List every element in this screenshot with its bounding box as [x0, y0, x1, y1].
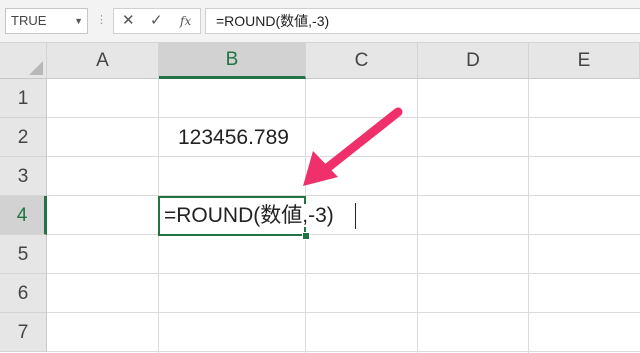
row-header-4[interactable]: 4 — [0, 196, 47, 235]
formula-input[interactable]: =ROUND(数値,-3) — [205, 8, 640, 34]
enter-icon[interactable]: ✓ — [150, 9, 163, 33]
cell-b2[interactable]: 123456.789 — [178, 118, 289, 157]
column-header-e[interactable]: E — [529, 43, 640, 79]
select-all-button[interactable] — [0, 43, 47, 79]
select-all-triangle-icon — [29, 61, 43, 75]
drag-handle-icon[interactable]: ⋮ — [96, 13, 107, 27]
cancel-icon[interactable]: ✕ — [122, 9, 135, 33]
insert-function-icon[interactable]: fx — [180, 9, 191, 33]
name-box-value: TRUE — [11, 13, 47, 28]
row-header-1[interactable]: 1 — [0, 79, 47, 118]
row-header-5[interactable]: 5 — [0, 235, 47, 274]
text-cursor — [355, 203, 356, 229]
formula-buttons: ✕ ✓ fx — [113, 8, 201, 34]
gridline — [47, 273, 640, 274]
arrow-icon — [303, 107, 403, 186]
row-header-2[interactable]: 2 — [0, 118, 47, 157]
cell-b4-formula: =ROUND(数値,-3) — [164, 204, 334, 227]
cell-b4-editing[interactable]: =ROUND(数値,-3) — [158, 196, 334, 236]
gridline — [47, 156, 640, 157]
formula-bar: TRUE ▼ ⋮ ✕ ✓ fx =ROUND(数値,-3) — [0, 0, 640, 43]
gridline — [47, 234, 640, 235]
column-header-c[interactable]: C — [306, 43, 418, 79]
fill-handle[interactable] — [302, 232, 310, 240]
row-header-3[interactable]: 3 — [0, 157, 47, 196]
row-header-7[interactable]: 7 — [0, 313, 47, 352]
gridline — [47, 312, 640, 313]
column-header-a[interactable]: A — [47, 43, 159, 79]
row-header-6[interactable]: 6 — [0, 274, 47, 313]
gridline — [47, 117, 640, 118]
gridline — [47, 195, 640, 196]
column-header-d[interactable]: D — [418, 43, 529, 79]
chevron-down-icon[interactable]: ▼ — [74, 9, 83, 33]
gridline — [47, 351, 640, 352]
name-box[interactable]: TRUE ▼ — [5, 8, 88, 34]
column-header-b[interactable]: B — [159, 43, 306, 79]
